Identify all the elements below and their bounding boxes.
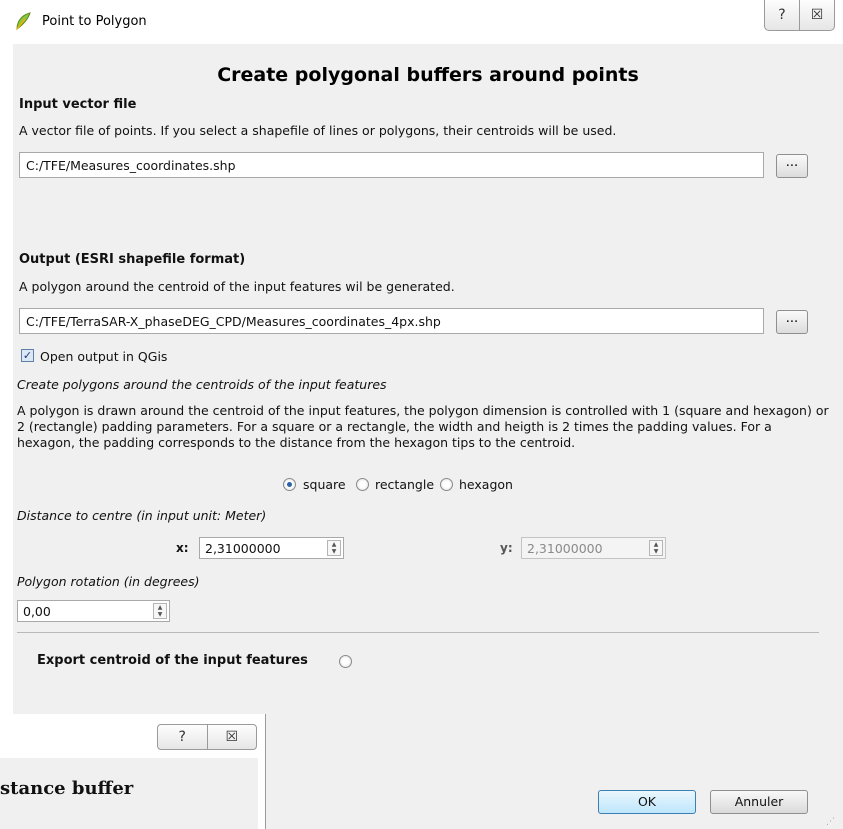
cancel-button[interactable]: Annuler	[710, 790, 808, 814]
point-to-polygon-window: Point to Polygon ? ☒ Create polygonal bu…	[0, 0, 843, 829]
title-bar: Point to Polygon ? ☒	[0, 0, 843, 44]
resize-grip-icon[interactable]: ⋰	[826, 817, 835, 827]
input-file-description: A vector file of points. If you select a…	[19, 123, 617, 138]
y-distance-spinbox: 2,31000000 ▲ ▼	[521, 537, 666, 559]
background-window: ? ☒ stance buffer	[0, 714, 266, 829]
spin-arrows-icon[interactable]: ▲ ▼	[327, 540, 341, 556]
hexagon-label: hexagon	[459, 477, 513, 492]
spin-arrows-icon: ▲ ▼	[649, 540, 663, 556]
background-help-button[interactable]: ?	[158, 725, 207, 749]
rectangle-label: rectangle	[375, 477, 435, 492]
x-label: x:	[176, 541, 189, 555]
output-file-label: Output (ESRI shapefile format)	[19, 252, 246, 267]
x-distance-value: 2,31000000	[205, 541, 281, 556]
y-distance-value: 2,31000000	[527, 541, 603, 556]
window-title: Point to Polygon	[42, 14, 147, 29]
rotation-label: Polygon rotation (in degrees)	[17, 574, 200, 589]
polygons-description: A polygon is drawn around the centroid o…	[17, 403, 829, 450]
export-centroid-label: Export centroid of the input features	[37, 653, 308, 668]
dialog-body: Create polygonal buffers around points I…	[13, 44, 843, 829]
y-label: y:	[500, 541, 513, 555]
background-close-button[interactable]: ☒	[206, 725, 257, 749]
input-file-label: Input vector file	[19, 97, 137, 112]
input-file-field[interactable]: C:/TFE/Measures_coordinates.shp	[19, 152, 764, 178]
output-browse-button[interactable]: ...	[776, 310, 808, 334]
polygons-section-label: Create polygons around the centroids of …	[17, 377, 387, 392]
open-output-checkbox[interactable]: ✓	[21, 349, 34, 362]
hexagon-radio[interactable]	[440, 478, 453, 491]
square-label: square	[303, 477, 346, 492]
close-button[interactable]: ☒	[799, 0, 834, 30]
export-centroid-radio[interactable]	[339, 655, 352, 668]
title-bar-buttons: ? ☒	[764, 0, 835, 31]
rectangle-radio[interactable]	[356, 478, 369, 491]
help-button[interactable]: ?	[765, 0, 799, 30]
background-window-heading: stance buffer	[0, 778, 134, 799]
square-radio[interactable]	[283, 478, 296, 491]
dialog-heading: Create polygonal buffers around points	[217, 64, 639, 86]
background-window-body: stance buffer	[0, 758, 258, 829]
distance-label: Distance to centre (in input unit: Meter…	[17, 508, 267, 523]
open-output-label: Open output in QGis	[40, 349, 168, 364]
x-distance-spinbox[interactable]: 2,31000000 ▲ ▼	[199, 537, 344, 559]
qgis-leaf-icon	[14, 11, 32, 31]
input-browse-button[interactable]: ...	[776, 154, 808, 178]
background-title-bar-buttons: ? ☒	[157, 724, 257, 750]
rotation-spinbox[interactable]: 0,00 ▲ ▼	[17, 600, 170, 622]
separator	[17, 632, 819, 633]
output-file-field[interactable]: C:/TFE/TerraSAR-X_phaseDEG_CPD/Measures_…	[19, 308, 764, 334]
output-file-description: A polygon around the centroid of the inp…	[19, 279, 455, 294]
spin-arrows-icon[interactable]: ▲ ▼	[153, 603, 167, 619]
ok-button[interactable]: OK	[598, 790, 696, 814]
rotation-value: 0,00	[23, 604, 51, 619]
